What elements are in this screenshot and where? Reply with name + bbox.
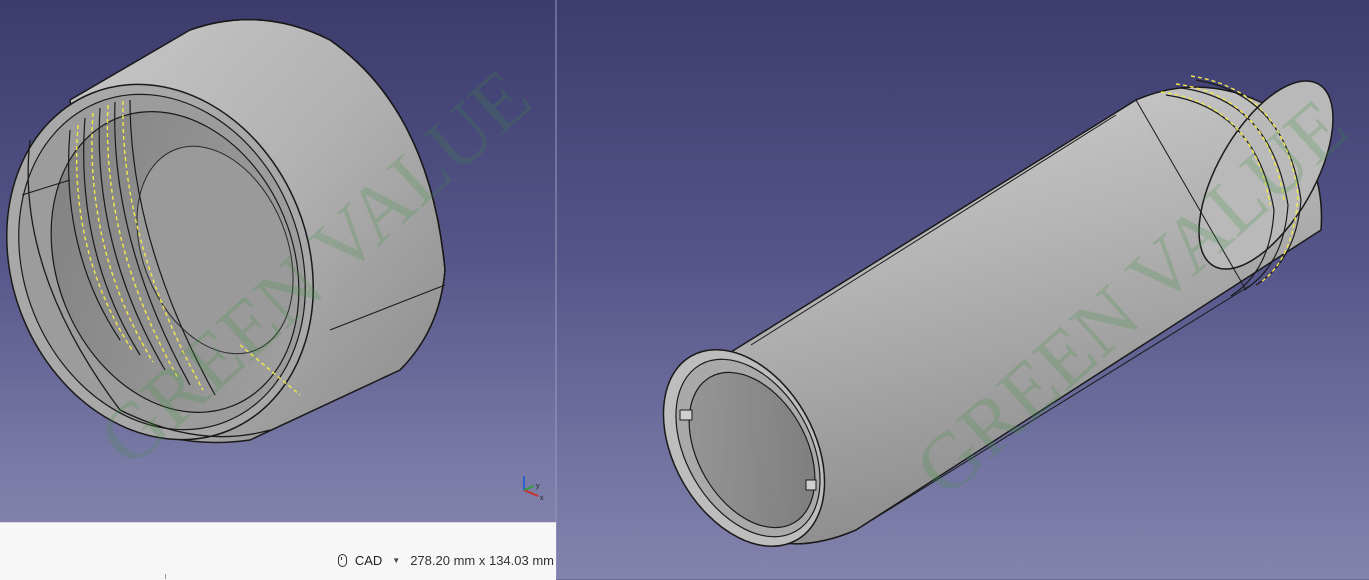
tube-model[interactable]: GREEN VALUE [556,0,1369,579]
status-bar: CAD ▼ 278.20 mm x 134.03 mm [0,522,556,580]
right-3d-view[interactable]: GREEN VALUE [556,0,1369,579]
status-info: CAD ▼ 278.20 mm x 134.03 mm [337,553,554,568]
chevron-down-icon[interactable]: ▼ [392,556,400,565]
axis-x-label: x [540,495,544,502]
dimensions-readout: 278.20 mm x 134.03 mm [410,553,554,568]
axis-y-label: y [536,483,540,490]
navigation-style-selector[interactable]: CAD [355,553,382,568]
scroll-notch [165,574,166,579]
axis-cross-icon: y x [523,476,544,502]
axis-cross: y x [516,472,550,504]
mouse-icon[interactable] [337,554,347,567]
left-3d-view[interactable]: GREEN VALUE [0,0,556,579]
viewport-divider [555,0,557,579]
cap-model[interactable]: GREEN VALUE [0,0,556,579]
